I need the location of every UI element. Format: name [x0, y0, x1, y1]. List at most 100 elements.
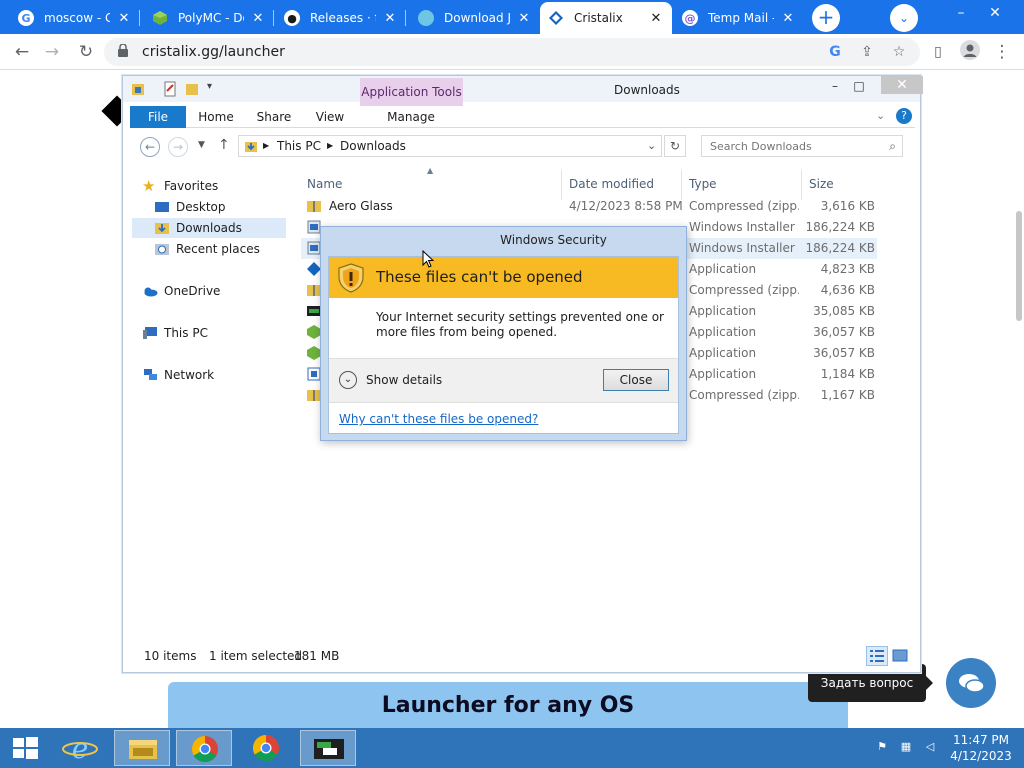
browser-tab-strip: G moscow - Go ✕ PolyMC - Do ✕ ● Releases… [0, 0, 1024, 34]
tab-search-chevron-icon[interactable]: ⌄ [890, 4, 918, 32]
file-size: 4,823 KB [820, 262, 875, 276]
help-link[interactable]: Why can't these files be opened? [339, 412, 538, 426]
volume-muted-icon[interactable]: ◁ [922, 740, 938, 756]
back-arrow-icon[interactable]: ← [10, 40, 34, 64]
chat-button[interactable] [946, 658, 996, 708]
tab-releases-github[interactable]: ● Releases · fn2 ✕ [276, 2, 406, 34]
forward-arrow-icon[interactable]: → [40, 40, 64, 64]
page-scrollbar[interactable] [1016, 211, 1022, 321]
address-bar[interactable]: cristalix.gg/launcher G ⇪ ☆ [104, 38, 920, 66]
expand-ribbon-icon[interactable]: ⌄ [876, 109, 885, 122]
file-size: 186,224 KB [805, 241, 875, 255]
search-input[interactable] [702, 136, 882, 156]
close-icon[interactable]: ✕ [116, 11, 132, 26]
close-icon[interactable]: ✕ [780, 11, 796, 26]
nav-this-pc[interactable]: This PC [142, 323, 282, 343]
details-view-button[interactable] [866, 646, 888, 666]
maximize-icon[interactable]: □ [845, 78, 873, 96]
file-size: 186,224 KB [805, 220, 875, 234]
close-icon[interactable]: ✕ [250, 11, 266, 26]
status-bar: 10 items 1 item selected 181 MB [123, 646, 920, 670]
close-icon[interactable]: ✕ [516, 11, 532, 26]
start-button[interactable] [0, 730, 50, 766]
tab-cristalix[interactable]: Cristalix ✕ [540, 2, 672, 34]
breadcrumb-this-pc[interactable]: This PC [277, 139, 321, 153]
show-details-toggle[interactable]: Show details [366, 373, 442, 387]
column-header-date[interactable]: Date modified [569, 177, 654, 191]
computer-icon [143, 327, 157, 339]
back-icon[interactable]: ← [140, 137, 160, 157]
downloads-folder-icon [155, 223, 169, 234]
file-size: 35,085 KB [813, 304, 875, 318]
action-center-flag-icon[interactable]: ⚑ [874, 740, 890, 756]
close-button[interactable]: Close [603, 369, 669, 391]
tab-manage[interactable]: Manage [386, 106, 436, 128]
file-type: Application [689, 325, 757, 339]
chrome-menu-icon[interactable]: ⋮ [990, 40, 1014, 64]
installer-icon [307, 241, 321, 255]
up-arrow-icon[interactable]: ↑ [218, 137, 230, 153]
reload-icon[interactable]: ↻ [74, 40, 98, 64]
tab-home[interactable]: Home [196, 106, 236, 128]
item-count: 10 items [144, 649, 197, 663]
column-header-size[interactable]: Size [809, 177, 834, 191]
minimize-icon[interactable]: – [944, 0, 978, 30]
nav-recent-places[interactable]: Recent places [154, 239, 284, 259]
google-translate-icon[interactable]: G [826, 43, 844, 61]
close-icon[interactable]: ✕ [382, 11, 398, 26]
new-folder-icon[interactable] [185, 81, 199, 97]
tab-file[interactable]: File [130, 106, 186, 128]
large-icons-view-button[interactable] [889, 646, 911, 666]
chrome-button-2[interactable] [238, 730, 294, 766]
window-title: Downloads [614, 83, 680, 97]
properties-icon[interactable] [163, 81, 177, 97]
side-panel-icon[interactable]: ▯ [926, 40, 950, 64]
nav-onedrive[interactable]: OneDrive [142, 281, 282, 301]
breadcrumb[interactable]: ▶ This PC ▶ Downloads ⌄ [238, 135, 662, 157]
refresh-icon[interactable]: ↻ [664, 135, 686, 157]
network-icon [144, 369, 157, 380]
nav-downloads[interactable]: Downloads [132, 218, 286, 238]
close-window-icon[interactable]: ✕ [978, 0, 1012, 30]
bookmark-star-icon[interactable]: ☆ [890, 43, 908, 61]
system-clock[interactable]: 11:47 PM 4/12/2023 [948, 732, 1014, 764]
nav-favorites[interactable]: ★ Favorites [142, 176, 282, 196]
nav-network[interactable]: Network [142, 365, 282, 385]
nav-desktop[interactable]: Desktop [154, 197, 282, 217]
tab-share[interactable]: Share [254, 106, 294, 128]
tab-polymc[interactable]: PolyMC - Do ✕ [144, 2, 274, 34]
tab-temp-mail[interactable]: @ Temp Mail - ✕ [674, 2, 804, 34]
tab-download-java[interactable]: Download Ja ✕ [410, 2, 540, 34]
installer-icon [307, 220, 321, 234]
tab-moscow-google[interactable]: G moscow - Go ✕ [10, 2, 140, 34]
chevron-down-icon[interactable]: ⌄ [339, 371, 357, 389]
help-icon[interactable]: ? [896, 108, 912, 124]
network-tray-icon[interactable]: ▦ [898, 740, 914, 756]
forward-icon[interactable]: → [168, 137, 188, 157]
chevron-down-icon[interactable]: ⌄ [647, 139, 656, 152]
dialog-button-band: ⌄ Show details Close [329, 358, 678, 403]
internet-explorer-button[interactable]: e [52, 730, 108, 766]
profile-avatar-icon[interactable] [958, 40, 982, 64]
search-box[interactable]: ⌕ [701, 135, 903, 157]
new-tab-button[interactable]: + [812, 4, 840, 32]
recent-locations-icon[interactable]: ▼ [198, 140, 205, 150]
column-header-type[interactable]: Type [689, 177, 717, 191]
file-type: Compressed (zipp... [689, 199, 799, 213]
address-row: ← → ▼ ↑ ▶ This PC ▶ Downloads ⌄ ↻ ⌕ [130, 134, 915, 160]
chrome-icon [252, 734, 279, 762]
ribbon-tabs: File Home Share View Manage ⌄ ? [130, 106, 915, 128]
customize-toolbar-icon[interactable]: ▾ [207, 81, 212, 92]
file-row[interactable]: Aero Glass 4/12/2023 8:58 PM Compressed … [301, 196, 877, 217]
column-header-name[interactable]: Name [307, 177, 342, 191]
chrome-button-1[interactable] [176, 730, 232, 766]
close-icon[interactable]: ✕ [881, 76, 923, 94]
file-date: 4/12/2023 8:58 PM [569, 199, 683, 213]
file-explorer-button[interactable] [114, 730, 170, 766]
tab-view[interactable]: View [310, 106, 350, 128]
nav-label: Favorites [164, 179, 219, 193]
close-icon[interactable]: ✕ [648, 11, 664, 26]
share-icon[interactable]: ⇪ [858, 43, 876, 61]
terminal-app-button[interactable] [300, 730, 356, 766]
breadcrumb-downloads[interactable]: Downloads [340, 139, 406, 153]
